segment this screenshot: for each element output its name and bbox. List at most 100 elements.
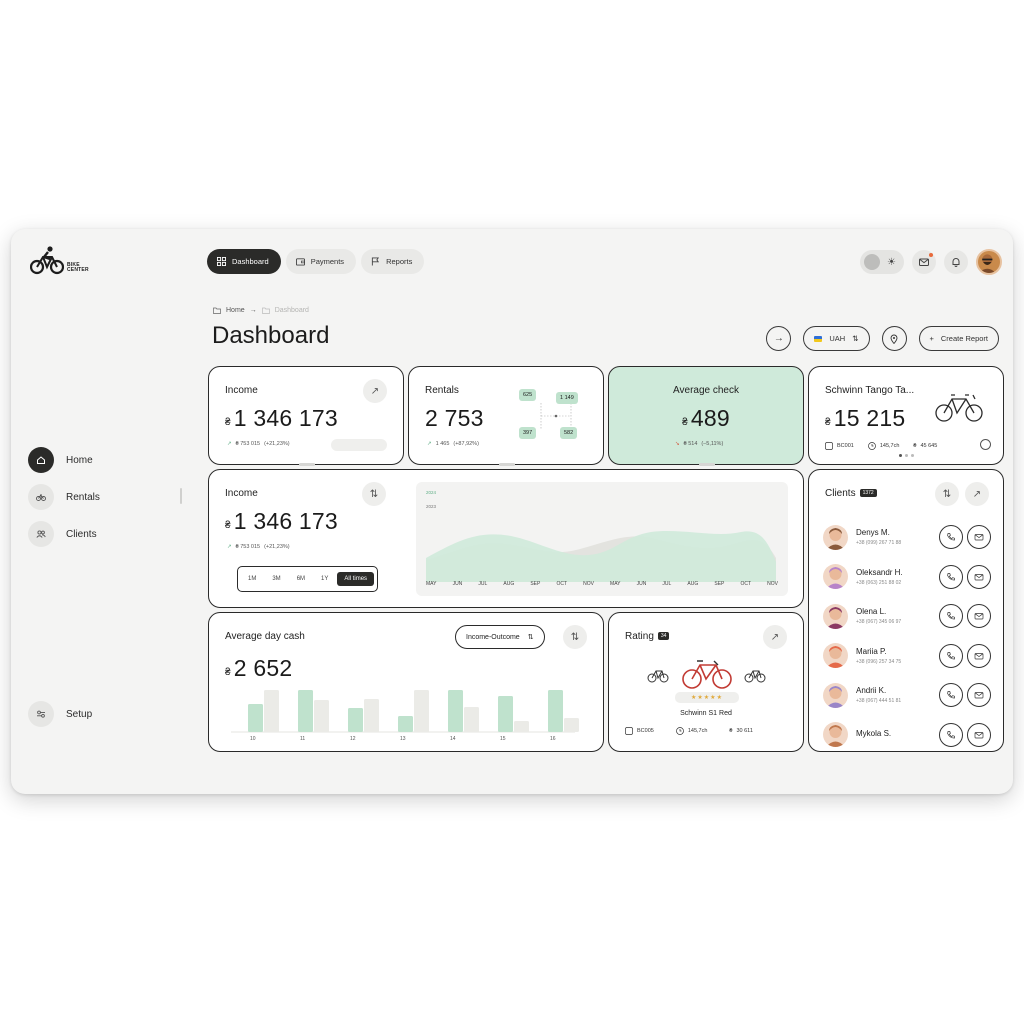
arrow-up-right-icon[interactable]: ↗ bbox=[965, 482, 989, 506]
carousel-dots[interactable] bbox=[899, 454, 914, 457]
x-tick: MAY bbox=[426, 581, 437, 587]
sort-icon: ⇅ bbox=[527, 634, 534, 641]
bar[interactable] bbox=[564, 718, 579, 732]
client-row[interactable]: Denys M. +38 (099) 267 71 88 bbox=[823, 522, 991, 552]
bar[interactable] bbox=[348, 708, 363, 732]
tab-payments[interactable]: Payments bbox=[285, 249, 357, 274]
average-check-card[interactable]: Average check ₴ 489 ↘ ₴ 514 (–5,11%) bbox=[608, 366, 804, 466]
call-button[interactable] bbox=[939, 564, 963, 589]
income-chart-delta: (+21,23%) bbox=[264, 544, 290, 550]
prev-bike-icon[interactable] bbox=[647, 667, 669, 683]
sidebar: Home Rentals Clients bbox=[28, 447, 100, 558]
range-1y[interactable]: 1Y bbox=[314, 572, 335, 586]
client-row[interactable]: Oleksandr H. +38 (063) 251 88 02 bbox=[823, 562, 991, 592]
call-button[interactable] bbox=[939, 643, 963, 668]
theme-toggle[interactable]: ☀ bbox=[860, 250, 904, 274]
bar[interactable] bbox=[298, 690, 313, 732]
bar[interactable] bbox=[448, 690, 463, 732]
notifications-button[interactable] bbox=[944, 250, 968, 274]
sort-icon[interactable]: ⇅ bbox=[935, 482, 959, 506]
brand-line-2: CENTER bbox=[67, 267, 89, 273]
bar[interactable] bbox=[314, 700, 329, 732]
create-report-button[interactable]: + Create Report bbox=[918, 326, 999, 351]
email-button[interactable] bbox=[967, 683, 991, 707]
trend-up-icon: ↗ bbox=[227, 441, 232, 447]
email-button[interactable] bbox=[967, 525, 991, 549]
bar[interactable] bbox=[414, 690, 429, 732]
sidebar-item-rentals[interactable]: Rentals bbox=[28, 484, 100, 510]
email-button[interactable] bbox=[967, 722, 991, 747]
export-button[interactable]: → bbox=[766, 326, 792, 351]
bell-icon bbox=[952, 258, 960, 267]
call-button[interactable] bbox=[939, 525, 963, 549]
user-avatar[interactable] bbox=[976, 249, 1002, 275]
app-window: BIKE CENTER Dashboard Payments Reports ☀ bbox=[11, 229, 1013, 794]
carousel-dot[interactable] bbox=[899, 454, 902, 457]
mail-icon bbox=[974, 692, 984, 699]
bar[interactable] bbox=[464, 707, 479, 732]
bike-card[interactable]: Schwinn Tango Ta... ₴ 15 215 BC001 145,7c… bbox=[808, 366, 1004, 465]
arrow-up-right-icon[interactable]: ↗ bbox=[763, 625, 787, 649]
bar[interactable] bbox=[364, 699, 379, 732]
sun-icon: ☀ bbox=[887, 256, 896, 268]
sort-icon[interactable]: ⇅ bbox=[563, 625, 587, 649]
messages-button[interactable] bbox=[912, 250, 936, 274]
sidebar-item-clients[interactable]: Clients bbox=[28, 521, 100, 547]
card-handle[interactable] bbox=[699, 463, 715, 466]
range-1m[interactable]: 1M bbox=[241, 572, 263, 586]
client-name: Olena L. bbox=[856, 607, 887, 616]
hryvnia-icon: ₴ bbox=[913, 443, 917, 449]
range-3m[interactable]: 3M bbox=[265, 572, 287, 586]
bar[interactable] bbox=[548, 690, 563, 732]
red-bike-icon bbox=[682, 660, 732, 689]
x-tick: JUL bbox=[478, 581, 488, 587]
breadcrumb-home[interactable]: Home bbox=[226, 307, 245, 314]
bar[interactable] bbox=[264, 690, 279, 732]
arrow-up-right-icon[interactable]: ↗ bbox=[363, 379, 387, 403]
bar[interactable] bbox=[514, 721, 529, 732]
currency-select[interactable]: UAH ⇅ bbox=[803, 326, 870, 351]
client-avatar bbox=[823, 643, 848, 668]
location-button[interactable] bbox=[881, 326, 907, 351]
tab-reports[interactable]: Reports bbox=[361, 249, 425, 274]
income-card[interactable]: Income ↗ ₴ 1 346 173 ↗ ₴ 753 015 (+21,23%… bbox=[208, 366, 404, 466]
bike-income: 30 611 bbox=[736, 728, 753, 734]
tab-dashboard[interactable]: Dashboard bbox=[207, 249, 281, 274]
client-row[interactable]: Andrii K. +38 (067) 444 51 81 bbox=[823, 680, 991, 710]
client-row[interactable]: Mariia P. +38 (096) 257 34 75 bbox=[823, 641, 991, 671]
wallet-icon bbox=[295, 258, 305, 266]
card-handle[interactable] bbox=[299, 463, 315, 466]
card-handle[interactable] bbox=[499, 463, 515, 466]
rentals-comparison: ↗ 1 465 (+87,92%) bbox=[427, 441, 479, 447]
sidebar-item-home[interactable]: Home bbox=[28, 447, 100, 473]
bar[interactable] bbox=[398, 716, 413, 732]
sort-icon[interactable]: ⇅ bbox=[362, 482, 386, 506]
bar[interactable] bbox=[498, 696, 513, 732]
email-button[interactable] bbox=[967, 643, 991, 668]
call-button[interactable] bbox=[939, 683, 963, 707]
call-button[interactable] bbox=[939, 604, 963, 628]
sidebar-item-setup[interactable]: Setup bbox=[28, 701, 92, 727]
call-button[interactable] bbox=[939, 722, 963, 747]
range-all-times[interactable]: All times bbox=[337, 572, 375, 586]
sidebar-scroll-indicator[interactable] bbox=[180, 488, 182, 504]
card-label: Clients 1372 bbox=[825, 488, 877, 499]
phone-icon bbox=[947, 651, 955, 659]
bar[interactable] bbox=[248, 704, 263, 732]
income-outcome-select[interactable]: Income-Outcome ⇅ bbox=[455, 625, 545, 649]
x-tick: AUG bbox=[687, 581, 699, 587]
email-button[interactable] bbox=[967, 604, 991, 628]
carousel-dot[interactable] bbox=[905, 454, 908, 457]
client-row[interactable]: Mykola S. bbox=[823, 720, 991, 750]
range-6m[interactable]: 6M bbox=[290, 572, 312, 586]
rentals-card[interactable]: Rentals 2 753 ↗ 1 465 (+87,92%) 625 1 14… bbox=[408, 366, 604, 466]
carousel-dot[interactable] bbox=[911, 454, 914, 457]
sort-icon: ⇅ bbox=[852, 334, 859, 343]
email-button[interactable] bbox=[967, 564, 991, 589]
mail-icon bbox=[974, 731, 984, 738]
next-bike-icon[interactable] bbox=[744, 667, 766, 683]
card-label: Income bbox=[225, 385, 258, 396]
select-radio[interactable] bbox=[980, 439, 991, 450]
brand-logo[interactable]: BIKE CENTER bbox=[30, 245, 89, 275]
client-row[interactable]: Olena L. +38 (067) 345 06 97 bbox=[823, 601, 991, 631]
